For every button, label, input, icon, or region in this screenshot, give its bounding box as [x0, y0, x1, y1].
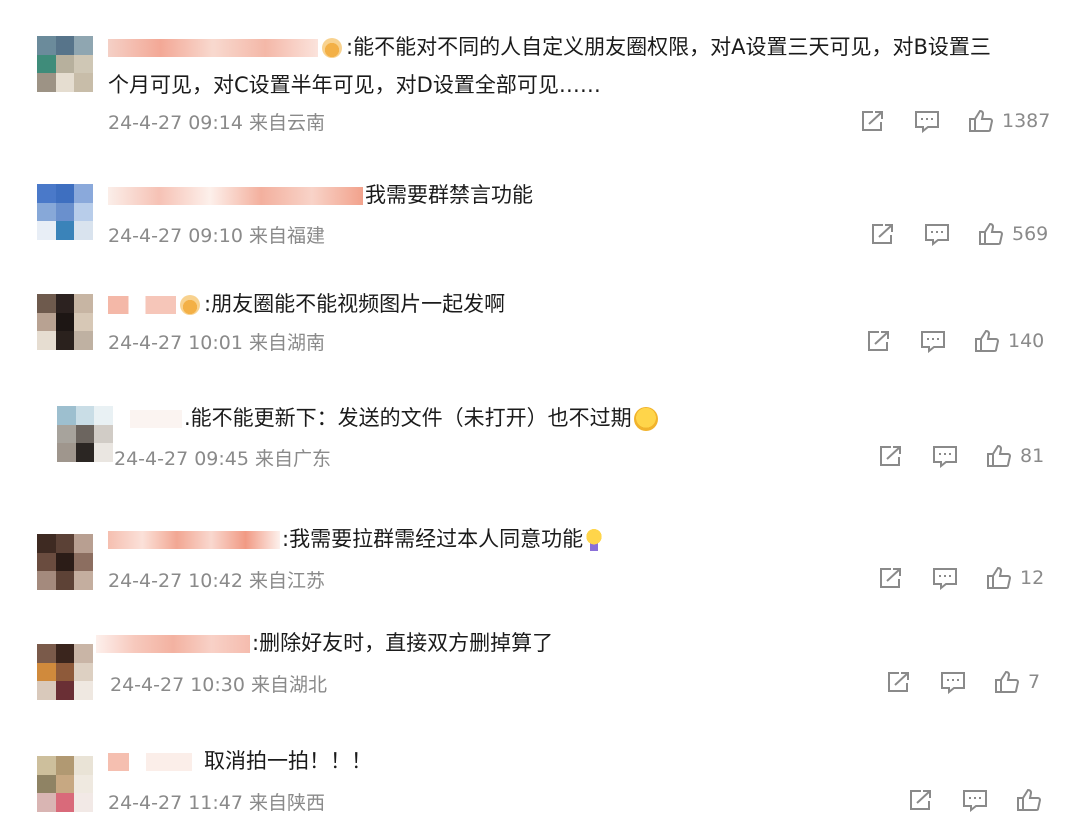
- comment-timestamp: 24-4-27 10:30 来自湖北: [110, 674, 327, 696]
- avatar[interactable]: [37, 756, 93, 812]
- comment-text-continued: 个月可见，对C设置半年可见，对D设置全部可见……: [108, 73, 601, 97]
- comment-timestamp: 24-4-27 09:14 来自云南: [108, 112, 325, 134]
- share-icon[interactable]: [866, 329, 892, 353]
- comment-timestamp: 24-4-27 10:01 来自湖南: [108, 332, 325, 354]
- comment-item: :我需要拉群需经过本人同意功能 24-4-27 10:42 来自江苏 12: [0, 498, 1080, 608]
- comment-item: :能不能对不同的人自定义朋友圈权限，对A设置三天可见，对B设置三 个月可见，对C…: [0, 0, 1080, 160]
- comment-icon[interactable]: [932, 566, 958, 591]
- like-count: 7: [1028, 671, 1041, 693]
- comment-actions: 1387: [860, 107, 1050, 135]
- avatar[interactable]: [37, 184, 93, 240]
- comment-text: 取消拍一拍！！！: [108, 746, 372, 777]
- comment-actions: 81: [878, 442, 1044, 470]
- comment-icon[interactable]: [932, 444, 958, 469]
- avatar[interactable]: [37, 534, 93, 590]
- username-blurred[interactable]: [96, 635, 250, 653]
- username-blurred[interactable]: [108, 753, 192, 771]
- comment-icon[interactable]: [920, 329, 946, 354]
- like-count: 140: [1008, 330, 1045, 352]
- comment-icon[interactable]: [962, 788, 988, 813]
- avatar[interactable]: [37, 644, 93, 700]
- username-blurred[interactable]: [130, 410, 182, 428]
- comment-text: :删除好友时，直接双方删掉算了: [96, 628, 553, 659]
- comment-item: :删除好友时，直接双方删掉算了 24-4-27 10:30 来自湖北 7: [0, 608, 1080, 720]
- share-icon[interactable]: [878, 566, 904, 590]
- username-blurred[interactable]: [108, 296, 176, 314]
- comment-actions: 569: [870, 220, 1048, 248]
- crying-laugh-emoji-icon: [633, 407, 658, 431]
- thumbs-up-icon[interactable]: [1016, 788, 1042, 812]
- comment-timestamp: 24-4-27 09:10 来自福建: [108, 225, 325, 247]
- badge-icon: [322, 38, 342, 58]
- share-icon[interactable]: [860, 109, 886, 133]
- comment-item: :朋友圈能不能视频图片一起发啊 24-4-27 10:01 来自湖南 140: [0, 272, 1080, 384]
- like-count: 569: [1012, 223, 1049, 245]
- thumbs-up-icon[interactable]: [968, 109, 994, 133]
- thumbs-up-icon[interactable]: [994, 670, 1020, 694]
- comment-actions: 140: [866, 327, 1044, 355]
- comment-text: .能不能更新下：发送的文件（未打开）也不过期: [130, 403, 658, 434]
- comment-icon[interactable]: [914, 109, 940, 134]
- username-blurred[interactable]: [108, 39, 318, 57]
- username-blurred[interactable]: [108, 531, 280, 549]
- comment-text: :朋友圈能不能视频图片一起发啊: [108, 289, 505, 320]
- comment-text: :我需要拉群需经过本人同意功能: [108, 524, 604, 555]
- username-blurred[interactable]: [108, 187, 363, 205]
- share-icon[interactable]: [886, 670, 912, 694]
- comment-item: 取消拍一拍！！！ 24-4-27 11:47 来自陕西: [0, 720, 1080, 835]
- thumbs-up-icon[interactable]: [986, 566, 1012, 590]
- comment-timestamp: 24-4-27 09:45 来自广东: [114, 448, 331, 470]
- comment-text: 我需要群禁言功能: [108, 180, 533, 211]
- lightbulb-icon: [585, 529, 604, 551]
- avatar[interactable]: [37, 294, 93, 350]
- share-icon[interactable]: [908, 788, 934, 812]
- comment-text: :能不能对不同的人自定义朋友圈权限，对A设置三天可见，对B设置三: [108, 32, 991, 63]
- avatar[interactable]: [37, 36, 93, 92]
- like-count: 81: [1020, 445, 1045, 467]
- comment-timestamp: 24-4-27 11:47 来自陕西: [108, 792, 325, 814]
- comment-actions: 7: [886, 668, 1040, 696]
- comment-actions: 12: [878, 564, 1044, 592]
- comment-actions: [908, 786, 1050, 814]
- comment-timestamp: 24-4-27 10:42 来自江苏: [108, 570, 325, 592]
- comment-item: .能不能更新下：发送的文件（未打开）也不过期 24-4-27 09:45 来自广…: [0, 384, 1080, 498]
- badge-icon: [180, 295, 200, 315]
- thumbs-up-icon[interactable]: [986, 444, 1012, 468]
- avatar[interactable]: [57, 406, 113, 462]
- share-icon[interactable]: [878, 444, 904, 468]
- like-count: 1387: [1002, 110, 1051, 132]
- comment-item: 我需要群禁言功能 24-4-27 09:10 来自福建 569: [0, 160, 1080, 272]
- comment-icon[interactable]: [924, 222, 950, 247]
- thumbs-up-icon[interactable]: [974, 329, 1000, 353]
- comment-icon[interactable]: [940, 670, 966, 695]
- share-icon[interactable]: [870, 222, 896, 246]
- like-count: 12: [1020, 567, 1045, 589]
- thumbs-up-icon[interactable]: [978, 222, 1004, 246]
